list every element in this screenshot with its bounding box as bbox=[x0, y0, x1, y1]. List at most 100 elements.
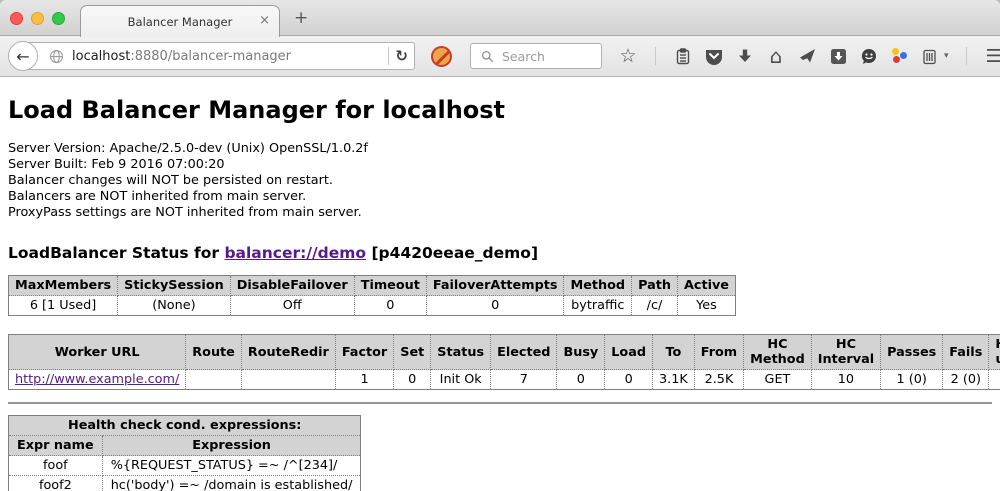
timeout-cell: 0 bbox=[354, 296, 426, 316]
server-info: Server Version: Apache/2.5.0-dev (Unix) … bbox=[8, 141, 992, 221]
fails-cell: 2 (0) bbox=[943, 370, 989, 390]
url-bar[interactable]: localhost:8880/balancer-manager ↻ bbox=[23, 42, 415, 70]
page-content: Load Balancer Manager for localhost Serv… bbox=[0, 77, 1000, 491]
column-header: From bbox=[694, 335, 743, 370]
back-arrow-icon: ← bbox=[16, 47, 29, 66]
column-header: HC Interval bbox=[811, 335, 880, 370]
routeredir-cell bbox=[241, 370, 335, 390]
stickysession-cell: (None) bbox=[118, 296, 231, 316]
hc-uri-cell bbox=[989, 370, 1000, 390]
clipboard-icon[interactable] bbox=[673, 45, 693, 67]
heading-suffix: [p4420eeae_demo] bbox=[366, 244, 538, 262]
busy-cell: 0 bbox=[557, 370, 605, 390]
column-header: To bbox=[653, 335, 695, 370]
column-header: FailoverAttempts bbox=[426, 276, 564, 296]
worker-url-cell: http://www.example.com/ bbox=[9, 370, 186, 390]
download-box-icon[interactable] bbox=[828, 45, 848, 67]
table-header-row: Expr name Expression bbox=[9, 436, 361, 456]
back-button[interactable]: ← bbox=[8, 41, 38, 71]
navigation-toolbar: ← localhost:8880/balancer-manager ↻ ☆ bbox=[0, 36, 1000, 77]
firefox-window: Balancer Manager × + ← localhost:8880/ba… bbox=[0, 0, 1000, 491]
page-title: Load Balancer Manager for localhost bbox=[8, 96, 992, 124]
inherit-notice-line: Balancers are NOT inherited from main se… bbox=[8, 189, 992, 205]
container-icon[interactable] bbox=[919, 45, 939, 67]
zoom-window-button[interactable] bbox=[52, 12, 65, 25]
from-cell: 2.5K bbox=[694, 370, 743, 390]
worker-url-link[interactable]: http://www.example.com/ bbox=[15, 372, 179, 387]
expression-cell: hc('body') =~ /domain is established/ bbox=[102, 476, 361, 491]
minimize-window-button[interactable] bbox=[31, 12, 44, 25]
proxypass-notice-line: ProxyPass settings are NOT inherited fro… bbox=[8, 205, 992, 221]
column-header: Timeout bbox=[354, 276, 426, 296]
bookmark-star-icon[interactable]: ☆ bbox=[618, 45, 638, 67]
reload-button[interactable]: ↻ bbox=[395, 47, 408, 65]
new-tab-button[interactable]: + bbox=[294, 8, 308, 28]
send-plane-icon[interactable] bbox=[797, 45, 817, 67]
path-cell: /c/ bbox=[632, 296, 678, 316]
table-row: foof2 hc('body') =~ /domain is establish… bbox=[9, 476, 361, 491]
tab-close-icon[interactable]: × bbox=[259, 13, 270, 28]
column-header: Elected bbox=[491, 335, 557, 370]
url-path: :8880/balancer-manager bbox=[130, 49, 291, 64]
column-header: HC uri bbox=[989, 335, 1000, 370]
column-header: Worker URL bbox=[9, 335, 186, 370]
column-header: Status bbox=[431, 335, 491, 370]
close-window-button[interactable] bbox=[10, 12, 23, 25]
feedback-smiley-icon[interactable] bbox=[859, 45, 879, 67]
hc-interval-cell: 10 bbox=[811, 370, 880, 390]
search-icon bbox=[477, 45, 497, 67]
expression-cell: %{REQUEST_STATUS} =~ /^[234]/ bbox=[102, 456, 361, 476]
expr-name-cell: foof2 bbox=[9, 476, 103, 491]
pocket-icon[interactable] bbox=[704, 45, 724, 67]
table-header-row: MaxMembers StickySession DisableFailover… bbox=[9, 276, 736, 296]
workers-table: Worker URL Route RouteRedir Factor Set S… bbox=[8, 334, 1000, 390]
elected-cell: 7 bbox=[491, 370, 557, 390]
load-cell: 0 bbox=[605, 370, 653, 390]
server-built-line: Server Built: Feb 9 2016 07:00:20 bbox=[8, 157, 992, 173]
chevron-down-icon[interactable]: ▾ bbox=[944, 51, 949, 61]
toolbar-icon-row: ☆ ⌂ ▾ bbox=[618, 45, 1000, 67]
search-input[interactable] bbox=[502, 49, 592, 64]
url-domain: localhost bbox=[72, 49, 130, 64]
expr-name-cell: foof bbox=[9, 456, 103, 476]
column-header: Passes bbox=[881, 335, 943, 370]
health-check-table: Health check cond. expressions: Expr nam… bbox=[8, 415, 361, 491]
window-controls bbox=[10, 12, 65, 25]
globe-icon bbox=[46, 45, 66, 67]
tab-bar: Balancer Manager × + bbox=[0, 0, 1000, 36]
heading-prefix: LoadBalancer Status for bbox=[8, 244, 224, 262]
disablefailover-cell: Off bbox=[230, 296, 354, 316]
column-header: HC Method bbox=[744, 335, 812, 370]
hamburger-menu-icon[interactable]: ☰ bbox=[984, 45, 1000, 67]
method-cell: bytraffic bbox=[564, 296, 632, 316]
column-header: Expression bbox=[102, 436, 361, 456]
column-header: Active bbox=[677, 276, 735, 296]
toolbar-separator bbox=[966, 47, 967, 65]
table-row: 6 [1 Used] (None) Off 0 0 bytraffic /c/ … bbox=[9, 296, 736, 316]
url-text: localhost:8880/balancer-manager bbox=[72, 49, 382, 64]
set-cell: 0 bbox=[394, 370, 431, 390]
active-cell: Yes bbox=[677, 296, 735, 316]
server-version-line: Server Version: Apache/2.5.0-dev (Unix) … bbox=[8, 141, 992, 157]
home-icon[interactable]: ⌂ bbox=[766, 45, 786, 67]
column-header: Busy bbox=[557, 335, 605, 370]
route-cell bbox=[186, 370, 242, 390]
column-header: StickySession bbox=[118, 276, 231, 296]
tab-title: Balancer Manager bbox=[128, 15, 233, 29]
column-header: Method bbox=[564, 276, 632, 296]
column-header: Load bbox=[605, 335, 653, 370]
balancer-link[interactable]: balancer://demo bbox=[224, 244, 366, 262]
column-header: Fails bbox=[943, 335, 989, 370]
downloads-arrow-icon[interactable] bbox=[735, 45, 755, 67]
table-row: foof %{REQUEST_STATUS} =~ /^[234]/ bbox=[9, 456, 361, 476]
search-bar[interactable] bbox=[470, 43, 602, 69]
table-title-row: Health check cond. expressions: bbox=[9, 416, 361, 436]
column-header: Path bbox=[632, 276, 678, 296]
plugin-blocked-icon[interactable] bbox=[431, 46, 452, 67]
toolbar-separator bbox=[655, 47, 656, 65]
column-header: Set bbox=[394, 335, 431, 370]
urlbar-separator bbox=[388, 47, 389, 65]
colored-dots-extension-icon[interactable] bbox=[890, 47, 908, 65]
factor-cell: 1 bbox=[335, 370, 393, 390]
tab-balancer-manager[interactable]: Balancer Manager × bbox=[80, 5, 280, 37]
